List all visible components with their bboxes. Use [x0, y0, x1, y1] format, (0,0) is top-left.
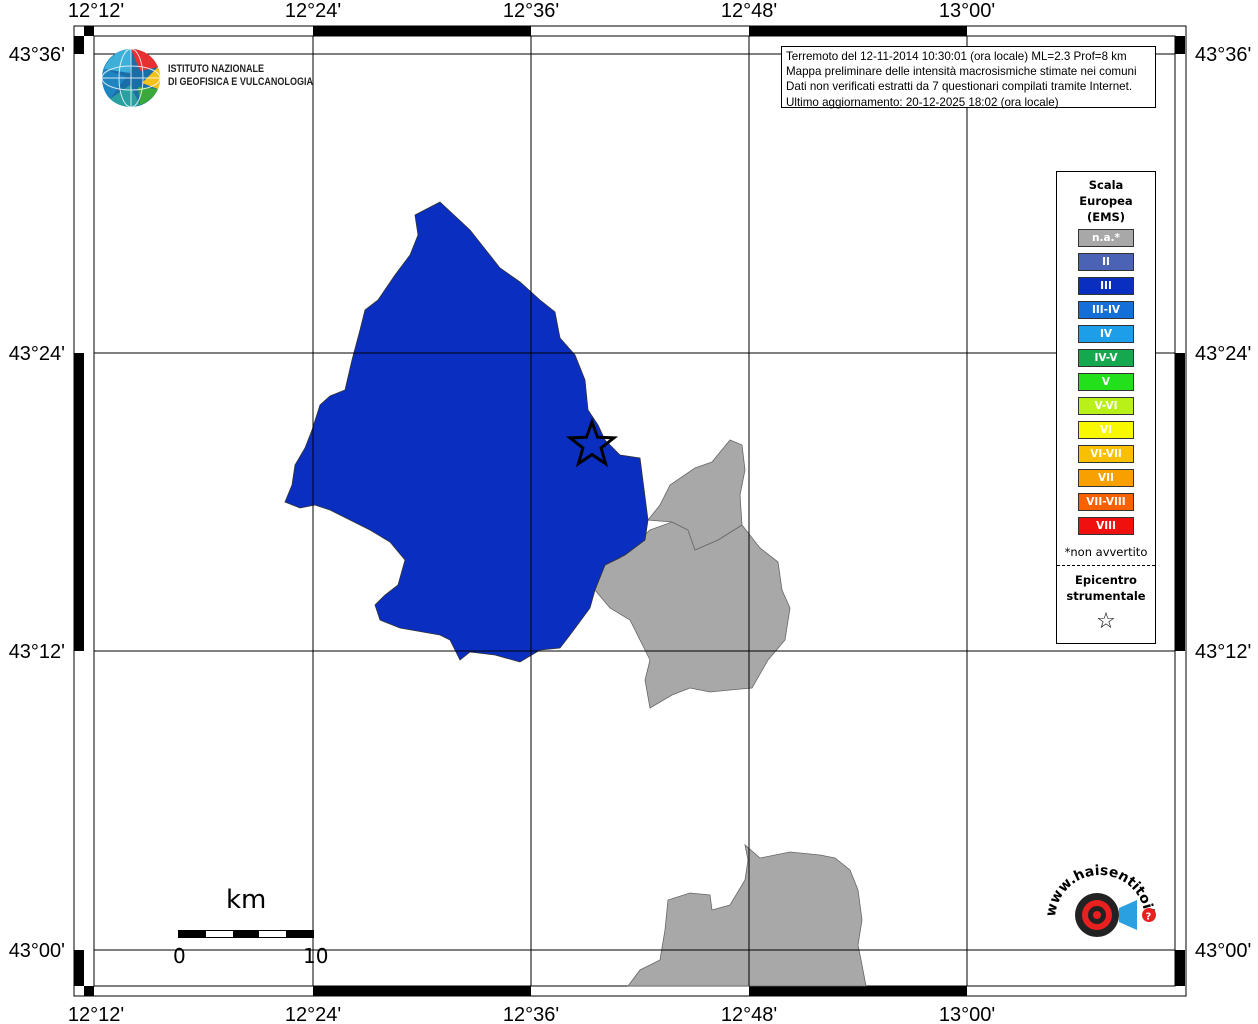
legend-star-icon: ☆ [1096, 609, 1116, 634]
scale-segment [205, 931, 233, 937]
scale-bar: km 0 10 [170, 885, 330, 975]
legend-item-swatch: II [1078, 253, 1134, 271]
ingv-logo-line2: DI GEOFISICA E VULCANOLOGIA [168, 76, 313, 88]
scale-segment [286, 931, 313, 937]
scale-segment [179, 931, 206, 937]
legend-item-swatch: VI-VII [1078, 445, 1134, 463]
legend-epicenter-line1: Epicentro [1075, 573, 1137, 587]
scale-end-label: 10 [303, 944, 329, 968]
legend-title-line3: (EMS) [1086, 210, 1126, 224]
latitude-label-right: 43°12' [1195, 641, 1251, 663]
latitude-label-right: 43°00' [1195, 940, 1251, 962]
legend-items: n.a.* II III III-IV IV IV-V V V-VI VI VI-VII VII VI… [1057, 229, 1155, 535]
legend-title: Scala Europea (EMS) [1057, 177, 1155, 225]
longitude-label-top: 13°00' [939, 0, 995, 22]
legend-item-swatch: IV [1078, 325, 1134, 343]
info-line-description: Mappa preliminare delle intensità macros… [786, 65, 1137, 79]
legend-item-swatch: V-VI [1078, 397, 1134, 415]
scale-start-label: 0 [173, 944, 186, 968]
legend-item-swatch: n.a.* [1078, 229, 1134, 247]
latitude-label-right: 43°24' [1195, 343, 1251, 365]
legend-title-line2: Europea [1079, 194, 1133, 208]
info-line-event: Terremoto del 12-11-2014 10:30:01 (ora l… [786, 50, 1127, 63]
legend-item-swatch: III [1078, 277, 1134, 295]
legend-item-swatch: III-IV [1078, 301, 1134, 319]
longitude-label-bottom: 12°12' [68, 1004, 124, 1024]
legend-epicenter-line2: strumentale [1066, 589, 1146, 603]
longitude-label-top: 12°48' [721, 0, 777, 22]
latitude-label-left: 43°36' [9, 44, 65, 66]
ems-legend: Scala Europea (EMS) n.a.* II III III-IV IV IV… [1056, 171, 1156, 644]
legend-item-swatch: V [1078, 373, 1134, 391]
scale-segment [232, 931, 260, 937]
hsi-logo-graphic: www.haisentitoilterremoto.it ? [1028, 848, 1157, 937]
scale-unit: km [226, 885, 267, 915]
latitude-label-left: 43°00' [9, 940, 65, 962]
info-line-data-source: Dati non verificati estratti da 7 questi… [786, 80, 1133, 94]
ingv-logo: ISTITUTO NAZIONALE DI GEOFISICA E VULCAN… [100, 47, 360, 111]
scale-bar-graphic [178, 930, 314, 938]
longitude-label-top: 12°24' [285, 0, 341, 22]
hsi-logo: www.haisentitoilterremoto.it ? [1028, 848, 1165, 980]
ingv-logo-line1: ISTITUTO NAZIONALE [168, 63, 265, 75]
latitude-label-left: 43°24' [9, 343, 65, 365]
legend-item-swatch: VII [1078, 469, 1134, 487]
info-line-update: Ultimo aggiornamento: 20-12-2025 18:02 (… [786, 95, 1059, 109]
legend-separator [1057, 565, 1155, 566]
legend-item-swatch: VIII [1078, 517, 1134, 535]
legend-note: *non avvertito [1064, 545, 1148, 559]
earthquake-info-box: Terremoto del 12-11-2014 10:30:01 (ora l… [781, 46, 1156, 109]
legend-item-swatch: IV-V [1078, 349, 1134, 367]
legend-item-swatch: VI [1078, 421, 1134, 439]
latitude-label-left: 43°12' [9, 641, 65, 663]
legend-title-line1: Scala [1088, 178, 1124, 192]
ingv-globe-icon [101, 48, 161, 108]
longitude-label-top: 12°36' [503, 0, 559, 22]
longitude-label-bottom: 12°36' [503, 1004, 559, 1024]
ingv-logo-text: ISTITUTO NAZIONALE DI GEOFISICA E VULCAN… [168, 63, 313, 89]
longitude-label-bottom: 12°24' [285, 1004, 341, 1024]
longitude-label-bottom: 12°48' [721, 1004, 777, 1024]
latitude-label-right: 43°36' [1195, 44, 1251, 66]
hsi-badge-text: ? [1146, 912, 1152, 923]
legend-item-swatch: VII-VIII [1078, 493, 1134, 511]
scale-segment [259, 931, 287, 937]
longitude-label-top: 12°12' [68, 0, 124, 22]
legend-epicenter-label: Epicentro strumentale [1057, 572, 1155, 604]
longitude-label-bottom: 13°00' [939, 1004, 995, 1024]
